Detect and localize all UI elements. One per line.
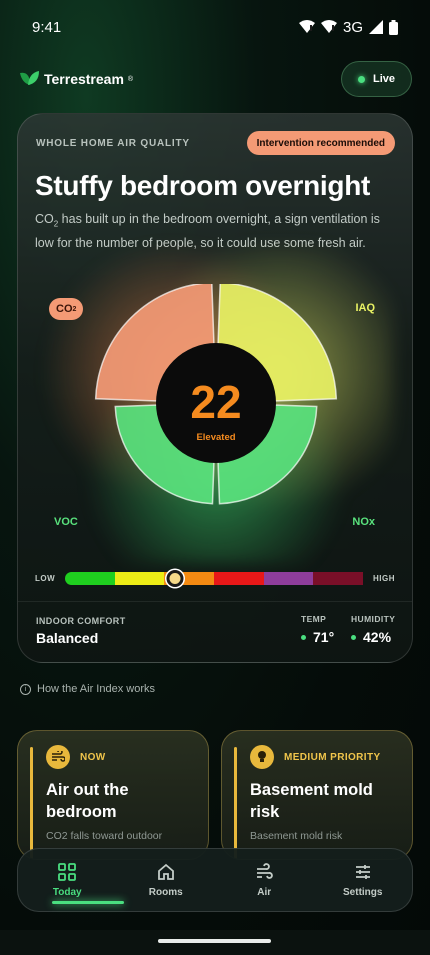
- air-index-info-link[interactable]: i How the Air Index works: [20, 683, 155, 695]
- nav-settings-label: Settings: [343, 886, 383, 898]
- wifi-icon: [298, 20, 315, 33]
- status-bar: 9:41 3G: [0, 0, 430, 54]
- air-quality-card[interactable]: WHOLE HOME AIR QUALITY Intervention reco…: [17, 113, 413, 663]
- comfort-label: INDOOR COMFORT: [36, 616, 126, 626]
- nav-rooms-label: Rooms: [148, 886, 183, 898]
- nav-rooms[interactable]: Rooms: [126, 863, 206, 898]
- air-score: 22: [190, 376, 241, 428]
- battery-icon: [389, 19, 398, 35]
- live-label: Live: [372, 73, 395, 85]
- recommendation-card-air-out[interactable]: NOW Air out the bedroom CO2 falls toward…: [17, 730, 209, 860]
- hero-section-label: WHOLE HOME AIR QUALITY: [36, 138, 190, 149]
- app-header: Terrestream ® Live: [18, 60, 412, 98]
- brand-name: Terrestream: [44, 71, 124, 87]
- card-title: Basement mold risk: [250, 781, 373, 821]
- wind-icon: [46, 745, 70, 769]
- air-index-gauge: 22 Elevated: [94, 284, 338, 505]
- card-tag: MEDIUM PRIORITY: [284, 752, 381, 763]
- card-tag: NOW: [80, 752, 106, 763]
- scale-segment: [313, 571, 364, 585]
- scale-high-label: HIGH: [373, 573, 395, 583]
- card-subtitle: Basement mold risk: [250, 830, 343, 842]
- brand-logo: Terrestream ®: [18, 69, 133, 89]
- active-tab-indicator: [52, 901, 124, 904]
- scale-marker: [166, 569, 184, 587]
- info-link-label: How the Air Index works: [37, 683, 155, 695]
- status-badge: Intervention recommended: [246, 131, 395, 155]
- lightbulb-icon: [250, 745, 274, 769]
- card-subtitle: CO2 falls toward outdoor: [46, 830, 163, 842]
- grid-icon: [58, 862, 77, 881]
- home-indicator[interactable]: [158, 939, 271, 943]
- signal-icon: [369, 20, 383, 34]
- card-accent: [234, 747, 237, 859]
- sliders-icon: [355, 864, 370, 879]
- temp-dot-icon: [301, 634, 306, 640]
- info-icon: i: [20, 683, 31, 695]
- nav-settings[interactable]: Settings: [323, 863, 403, 898]
- iaq-label: IAQ: [355, 302, 375, 314]
- home-icon: [157, 863, 174, 880]
- nav-today[interactable]: Today: [27, 862, 107, 898]
- nav-today-label: Today: [52, 886, 82, 898]
- scale-segment: [114, 571, 165, 585]
- scale-segment: [214, 571, 264, 585]
- scale-segment: [65, 571, 115, 585]
- scale-segment: [263, 571, 314, 585]
- brand-mark: ®: [127, 75, 134, 83]
- hero-title: Stuffy bedroom overnight: [35, 170, 371, 201]
- nav-air-label: Air: [257, 886, 272, 898]
- nav-air[interactable]: Air: [224, 862, 304, 898]
- hero-divider: [18, 601, 412, 602]
- air-index-scale: LOW HIGH: [35, 569, 395, 587]
- co2-label: CO 2: [49, 298, 84, 320]
- air-score-label: Elevated: [196, 432, 235, 443]
- leaf-icon: [20, 71, 39, 85]
- wind-icon: [257, 862, 274, 879]
- scale-low-label: LOW: [35, 573, 56, 583]
- status-time: 9:41: [32, 18, 62, 36]
- humidity-metric: HUMIDITY 42%: [351, 614, 395, 645]
- wifi-alt-icon: [320, 20, 337, 33]
- voc-label: VOC: [54, 516, 78, 528]
- humidity-label: HUMIDITY: [351, 614, 396, 624]
- recommendation-card-mold[interactable]: MEDIUM PRIORITY Basement mold risk Basem…: [221, 730, 413, 860]
- humidity-value: 42%: [363, 629, 392, 645]
- network-type: 3G: [342, 18, 363, 36]
- status-icons: 3G: [298, 18, 398, 36]
- temp-value: 71°: [313, 629, 335, 645]
- live-indicator-button[interactable]: Live: [341, 61, 412, 97]
- card-accent: [30, 747, 33, 859]
- temp-metric: TEMP 71°: [301, 614, 334, 645]
- live-dot-icon: [357, 75, 365, 83]
- humidity-dot-icon: [351, 634, 356, 640]
- scale-bar: [65, 569, 364, 587]
- temp-label: TEMP: [301, 614, 327, 624]
- nox-label: NOx: [352, 516, 375, 528]
- card-title: Air out the bedroom: [46, 781, 129, 821]
- comfort-value: Balanced: [36, 630, 99, 646]
- bottom-navigation: Today Rooms Air Settings: [17, 848, 413, 912]
